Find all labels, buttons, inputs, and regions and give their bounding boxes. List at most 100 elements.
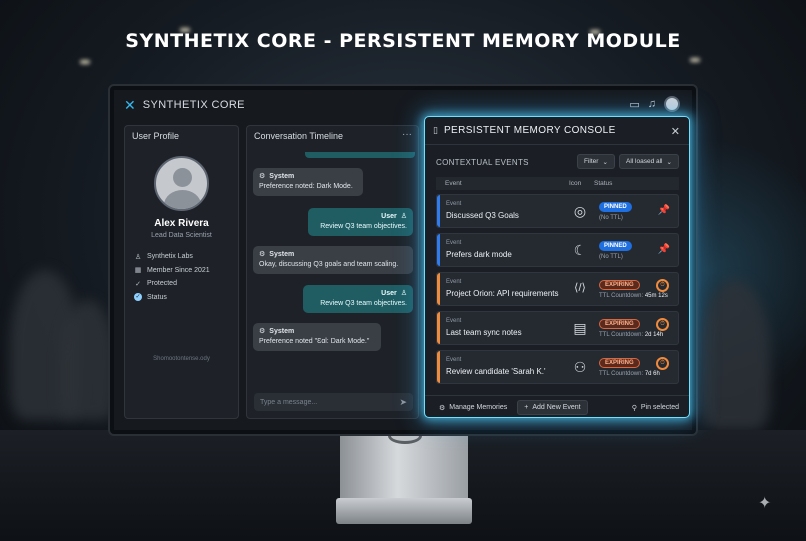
column-status: Status xyxy=(594,180,613,187)
pin-selected-label: Pin selected xyxy=(640,404,679,411)
timeline-title: Conversation Timeline xyxy=(254,131,344,141)
message-text: Review Q3 team objectives. xyxy=(320,223,407,230)
memory-row[interactable]: Event Review candidate 'Sarah K.' ⚇ EXPI… xyxy=(436,350,679,384)
ttl-value: 45m 12s xyxy=(644,293,668,299)
send-icon[interactable]: ➤ xyxy=(399,397,407,408)
add-new-event-label: Add New Event xyxy=(532,404,581,411)
more-options-icon[interactable]: ··· xyxy=(402,129,412,140)
profile-detail-label: Member Since 2021 xyxy=(147,266,210,274)
page-headline: SYNTHETIX CORE - PERSISTENT MEMORY MODUL… xyxy=(125,30,681,52)
pin-icon: ⚲ xyxy=(631,404,637,412)
manage-memories-label: Manage Memories xyxy=(449,404,508,411)
pin-selected-button[interactable]: ⚲ Pin selected xyxy=(632,404,679,412)
user-profile-panel: User Profile Alex Rivera Lead Data Scien… xyxy=(124,125,239,419)
document-icon: ▯ xyxy=(433,125,438,135)
event-label: Event xyxy=(446,240,462,246)
top-bar-actions: ▭ ♫ xyxy=(629,96,680,112)
message-role: User xyxy=(381,290,397,297)
message-input[interactable] xyxy=(260,398,390,406)
ttl-meta: TTL Countdown: 45m 12s xyxy=(599,293,668,299)
memory-row[interactable]: Event Discussed Q3 Goals ◎ PINNED (No TT… xyxy=(436,194,679,228)
gear-icon: ⚙ xyxy=(259,173,266,180)
pin-icon[interactable]: 📌 xyxy=(658,205,670,216)
message-role: System xyxy=(269,251,295,258)
console-footer: ⚙ Manage Memories + Add New Event ⚲ Pin … xyxy=(425,395,689,417)
x-logo-icon: ✕ xyxy=(124,96,136,113)
account-avatar[interactable] xyxy=(664,96,680,112)
ttl-meta: (No TTL) xyxy=(599,215,623,221)
add-new-event-button[interactable]: + Add New Event xyxy=(517,400,588,415)
system-message: ⚙ System Preference noted: Dark Mode. xyxy=(253,168,363,196)
memory-row[interactable]: Event Project Orion: API requirements ⟨/… xyxy=(436,272,679,306)
timer-icon: ⏱ xyxy=(656,318,669,331)
manage-memories-button[interactable]: ⚙ Manage Memories xyxy=(439,404,507,412)
profile-details: ♙ Synthetix Labs ▦ Member Since 2021 ✓ P… xyxy=(134,250,210,304)
status-badge: PINNED xyxy=(599,241,632,251)
event-label: Event xyxy=(446,201,462,207)
pin-icon[interactable]: 📌 xyxy=(658,244,670,255)
status-badge: EXPIRING xyxy=(599,280,640,290)
chat-icon[interactable]: ▭ xyxy=(629,98,639,111)
ttl-meta: (No TTL) xyxy=(599,254,623,260)
monitor-base xyxy=(336,498,472,524)
status-check-icon: ✓ xyxy=(134,293,142,302)
system-message: ⚙ System Preference noted "Ɛɑl: Dark Mode… xyxy=(253,323,381,351)
profile-avatar xyxy=(154,156,209,211)
sparkle-icon: ✦ xyxy=(758,495,772,512)
console-title: PERSISTENT MEMORY CONSOLE xyxy=(443,125,616,136)
profile-detail-protected: ✓ Protected xyxy=(134,277,210,291)
profile-title: User Profile xyxy=(132,131,180,141)
message-role: System xyxy=(269,328,295,335)
profile-name: Alex Rivera xyxy=(154,218,209,229)
timer-icon: ⏱ xyxy=(656,357,669,370)
chevron-down-icon: ⌄ xyxy=(666,158,672,166)
system-message: ⚙ System Okay, discussing Q3 goals and te… xyxy=(253,246,413,274)
filter-dropdown[interactable]: Filter ⌄ xyxy=(577,154,615,169)
ttl-label: TTL Countdown: xyxy=(599,332,644,338)
check-icon: ✓ xyxy=(135,280,141,288)
chevron-down-icon: ⌄ xyxy=(602,158,608,166)
conversation-timeline-panel: Conversation Timeline ··· ⚙ System Prefer… xyxy=(246,125,419,419)
message-role: System xyxy=(269,173,295,180)
memory-row[interactable]: Event Prefers dark mode ☾ PINNED (No TTL… xyxy=(436,233,679,267)
memory-row[interactable]: Event Last team sync notes ▤ EXPIRING TT… xyxy=(436,311,679,345)
user-icon: ♙ xyxy=(134,253,142,261)
user-message: User ♙ Review Q3 team objectives. xyxy=(308,208,413,236)
previous-message-stub xyxy=(305,152,415,158)
message-text: Review Q3 team objectives. xyxy=(320,300,407,307)
ceiling-light xyxy=(80,60,90,64)
status-badge: PINNED xyxy=(599,202,632,212)
event-label: Event xyxy=(446,318,462,324)
close-icon[interactable]: ✕ xyxy=(671,125,680,138)
profile-detail-label: Protected xyxy=(147,280,177,288)
scope-dropdown[interactable]: All loased all ⌄ xyxy=(619,154,679,169)
console-header: ▯ PERSISTENT MEMORY CONSOLE ✕ xyxy=(425,117,689,145)
user-icon: ♙ xyxy=(400,290,407,297)
ceiling-light xyxy=(690,58,700,62)
app-brand: SYNTHETIX CORE xyxy=(142,99,245,111)
bell-icon[interactable]: ♫ xyxy=(648,98,656,110)
moon-icon: ☾ xyxy=(573,242,587,258)
event-title: Project Orion: API requirements xyxy=(446,289,559,298)
event-title: Prefers dark mode xyxy=(446,250,512,259)
message-text: Okay, discussing Q3 goals and team scali… xyxy=(259,261,399,268)
event-title: Last team sync notes xyxy=(446,328,522,337)
timer-icon: ⏱ xyxy=(656,279,669,292)
calendar-icon: ▦ xyxy=(134,267,142,275)
gear-icon: ⚙ xyxy=(439,404,446,412)
user-message: User ♙ Review Q3 team objectives. xyxy=(303,285,413,313)
target-icon: ◎ xyxy=(573,203,587,219)
profile-detail-member: ▦ Member Since 2021 xyxy=(134,264,210,278)
profile-detail-label: Synthetix Labs xyxy=(147,253,193,261)
people-icon: ⚇ xyxy=(573,359,587,375)
column-icon: Icon xyxy=(569,180,582,187)
table-header: Event Icon Status xyxy=(436,177,679,190)
code-icon: ⟨/⟩ xyxy=(574,282,586,294)
event-label: Event xyxy=(446,357,462,363)
status-badge: EXPIRING xyxy=(599,319,640,329)
profile-detail-status: ✓ Status xyxy=(134,291,210,305)
document-icon: ▤ xyxy=(573,320,587,336)
event-title: Discussed Q3 Goals xyxy=(446,211,519,220)
event-label: Event xyxy=(446,279,462,285)
profile-footer: Shomootontense.ody xyxy=(153,356,210,362)
